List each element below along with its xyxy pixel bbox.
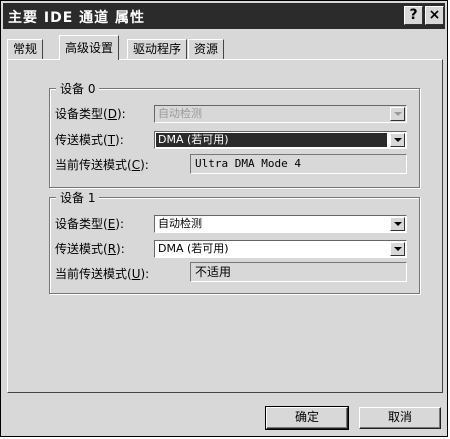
device-0-type-select[interactable]: 自动检测 [154,105,407,123]
device-1-transfer-select[interactable]: DMA (若可用) [154,240,407,258]
device-1-type-select[interactable]: 自动检测 [154,215,407,233]
tab-general[interactable]: 常规 [7,39,44,59]
tab-resources[interactable]: 资源 [188,39,225,59]
device-0-transfer-value: DMA (若可用) [156,133,387,147]
title-bar[interactable]: 主要 IDE 通道 属性 ? × [3,3,445,29]
ok-button[interactable]: 确定 [265,406,349,430]
chevron-down-icon[interactable] [390,242,405,256]
device-1-transfer-value: DMA (若可用) [158,242,229,255]
chevron-down-icon[interactable] [390,107,405,121]
device-1-current-label: 当前传送模式(U): [55,267,150,281]
cancel-button[interactable]: 取消 [359,407,441,429]
device-1-current-value: 不适用 [195,265,232,279]
device-0-current-value: Ultra DMA Mode 4 [195,157,301,170]
help-button[interactable]: ? [404,6,423,25]
device-0-current-label: 当前传送模式(C): [55,158,149,172]
device-1-type-label: 设备类型(E): [55,217,125,231]
device-0-current-mode-field: Ultra DMA Mode 4 [190,154,407,174]
device-0-group: 设备 0 设备类型(D): 自动检测 传送模式(T): DMA (若可用) 当前… [49,80,420,188]
device-1-group: 设备 1 设备类型(E): 自动检测 传送模式(R): DMA (若可用) 当前… [49,189,420,294]
properties-dialog: 主要 IDE 通道 属性 ? × 常规 高级设置 驱动程序 资源 设备 0 设备… [0,0,448,437]
device-1-current-mode-field: 不适用 [190,262,407,282]
device-1-transfer-label: 传送模式(R): [55,242,125,256]
tab-advanced-settings[interactable]: 高级设置 [59,35,120,60]
chevron-down-icon[interactable] [390,217,405,231]
close-button[interactable]: × [425,6,444,25]
tab-driver[interactable]: 驱动程序 [127,39,188,59]
device-1-title: 设备 1 [56,189,100,206]
device-1-type-value: 自动检测 [158,217,202,230]
device-0-type-value: 自动检测 [158,107,202,120]
tab-panel: 设备 0 设备类型(D): 自动检测 传送模式(T): DMA (若可用) 当前… [7,59,443,393]
device-0-type-label: 设备类型(D): [55,107,126,121]
chevron-down-icon[interactable] [390,133,405,147]
device-0-title: 设备 0 [56,80,100,97]
window-title: 主要 IDE 通道 属性 [8,10,146,26]
device-0-transfer-label: 传送模式(T): [55,133,124,147]
device-0-transfer-select[interactable]: DMA (若可用) [154,131,407,149]
